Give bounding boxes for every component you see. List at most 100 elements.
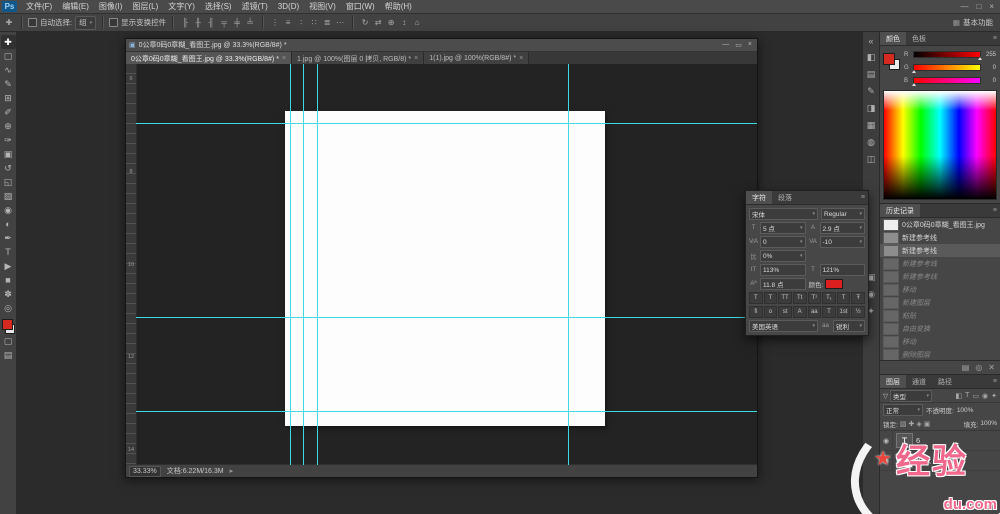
tab-close-icon[interactable]: × (282, 55, 286, 62)
opentype-toggle-button[interactable]: st (778, 306, 792, 318)
align-button-icon[interactable]: ╟ (179, 17, 191, 29)
workspace-switcher[interactable]: ▦ 基本功能 (953, 17, 997, 28)
layer-filter-select[interactable]: 类型▾ (890, 390, 932, 402)
minimize-icon[interactable]: — (960, 2, 968, 11)
panel-icon[interactable]: ◧ (864, 52, 878, 63)
lock-icon[interactable]: ◈ (916, 420, 921, 428)
screen-mode-button[interactable]: ▤ (1, 348, 16, 362)
tool-button[interactable]: ↺ (1, 161, 16, 175)
color-slider[interactable]: B 0 (904, 76, 996, 85)
history-state[interactable]: 新建参考线 (880, 231, 1000, 244)
style-toggle-button[interactable]: T¹ (808, 292, 822, 304)
tab-character[interactable]: 字符 (746, 191, 772, 204)
kerning-field[interactable]: 0▾ (760, 236, 806, 248)
align-button-icon[interactable]: ╧ (244, 17, 256, 29)
vertical-scale-field[interactable]: 113% (760, 264, 806, 276)
tool-button[interactable]: ⊕ (1, 119, 16, 133)
canvas-viewport[interactable]: 68101214 (126, 64, 757, 465)
canvas-document[interactable] (285, 111, 605, 426)
tool-button[interactable]: ▶ (1, 259, 16, 273)
tool-button[interactable]: ✚ (1, 35, 16, 49)
history-state[interactable]: 新建参考线 (880, 270, 1000, 283)
layer-visibility-icon[interactable]: ◉ (880, 451, 893, 470)
style-toggle-button[interactable]: Tt (793, 292, 807, 304)
tool-button[interactable]: ⊞ (1, 91, 16, 105)
language-select[interactable]: 美国英语▾ (749, 320, 818, 332)
vertical-ruler[interactable]: 68101214 (126, 64, 137, 465)
mode-button-icon[interactable]: ↻ (359, 17, 371, 29)
tab-color[interactable]: 颜色 (880, 32, 906, 45)
tab-paths[interactable]: 路径 (932, 375, 958, 388)
tool-button[interactable]: ✒ (1, 231, 16, 245)
panel-menu-icon[interactable]: ≡ (993, 378, 1000, 385)
distribute-button-icon[interactable]: ⋮ (269, 17, 281, 29)
history-state[interactable]: 移动 (880, 335, 1000, 348)
opentype-toggle-button[interactable]: o (764, 306, 778, 318)
tool-button[interactable]: ✐ (1, 105, 16, 119)
auto-select-checkbox[interactable] (28, 18, 37, 27)
tab-history[interactable]: 历史记录 (880, 204, 920, 217)
slider-track[interactable] (913, 77, 981, 84)
font-size-field[interactable]: 5 点▾ (760, 222, 806, 234)
baseline-shift-field[interactable]: 11.8 点 (760, 278, 806, 290)
history-state[interactable]: 新建参考线 (880, 257, 1000, 270)
opentype-toggle-button[interactable]: aa (808, 306, 822, 318)
distribute-button-icon[interactable]: ≡ (282, 17, 294, 29)
guide-vertical[interactable] (317, 64, 318, 465)
panel-icon[interactable]: ▦ (864, 120, 878, 131)
foreground-color-swatch[interactable] (2, 319, 13, 330)
history-footer-icon[interactable]: ✕ (988, 363, 995, 372)
menu-item[interactable]: 3D(D) (273, 2, 304, 11)
mode-button-icon[interactable]: ⊕ (385, 17, 397, 29)
tab-close-icon[interactable]: × (519, 55, 523, 62)
distribute-button-icon[interactable]: ∷ (308, 17, 320, 29)
menu-item[interactable]: 图层(L) (127, 1, 163, 12)
tool-button[interactable]: ✎ (1, 77, 16, 91)
align-button-icon[interactable]: ╫ (192, 17, 204, 29)
close-icon[interactable]: × (989, 2, 994, 11)
tool-button[interactable]: ■ (1, 273, 16, 287)
color-slider[interactable]: G 0 (904, 63, 996, 72)
tool-button[interactable]: ▣ (1, 147, 16, 161)
guide-horizontal[interactable] (136, 123, 757, 124)
slider-handle[interactable] (912, 70, 916, 73)
document-titlebar[interactable]: ▣ 0公章0码0章糊_看图王.jpg @ 33.3%(RGB/8#) * — ▭… (126, 39, 757, 52)
tab-layers[interactable]: 图层 (880, 375, 906, 388)
anti-alias-select[interactable]: 锐利▾ (833, 320, 865, 332)
menu-item[interactable]: 文字(Y) (163, 1, 200, 12)
tab-swatches[interactable]: 色板 (906, 32, 932, 45)
panel-menu-icon[interactable]: ≡ (993, 207, 1000, 214)
history-state[interactable]: 0公章0码0章糊_看图王.jpg (880, 218, 1000, 231)
panel-icon[interactable]: ✎ (864, 86, 878, 97)
collapse-panels-icon[interactable]: « (864, 35, 878, 46)
style-toggle-button[interactable]: TT (778, 292, 792, 304)
history-footer-icon[interactable]: ▤ (962, 363, 970, 372)
menu-item[interactable]: 编辑(E) (57, 1, 94, 12)
lock-icon[interactable]: ✚ (908, 420, 914, 428)
opentype-toggle-button[interactable]: fi (749, 306, 763, 318)
color-spectrum[interactable] (883, 90, 997, 200)
menu-item[interactable]: 滤镜(T) (237, 1, 273, 12)
lock-icon[interactable]: ▨ (900, 420, 907, 428)
panel-menu-icon[interactable]: ≡ (861, 194, 868, 201)
panel-icon[interactable]: ◍ (864, 137, 878, 148)
style-toggle-button[interactable]: Ŧ (851, 292, 865, 304)
style-toggle-button[interactable]: T (749, 292, 763, 304)
layer-filter-icon[interactable]: ◧ (955, 392, 962, 400)
slider-track[interactable] (913, 51, 981, 58)
doc-minimize-icon[interactable]: — (722, 41, 729, 49)
tool-button[interactable]: ✑ (1, 133, 16, 147)
tool-button[interactable]: ◎ (1, 301, 16, 315)
color-panel-swatches[interactable] (883, 53, 900, 70)
opentype-toggle-button[interactable]: A (793, 306, 807, 318)
opentype-toggle-button[interactable]: T (822, 306, 836, 318)
quick-mask-button[interactable]: ▢ (1, 334, 16, 348)
panel-icon[interactable]: ◫ (864, 154, 878, 165)
font-style-select[interactable]: Regular▾ (821, 208, 865, 220)
leading-field[interactable]: 2.9 点▾ (820, 222, 866, 234)
opacity-value[interactable]: 100% (957, 407, 974, 414)
text-color-swatch[interactable] (825, 279, 843, 289)
show-transform-checkbox[interactable] (109, 18, 118, 27)
doc-restore-icon[interactable]: ▭ (735, 41, 742, 49)
mode-button-icon[interactable]: ⌂ (411, 17, 423, 29)
